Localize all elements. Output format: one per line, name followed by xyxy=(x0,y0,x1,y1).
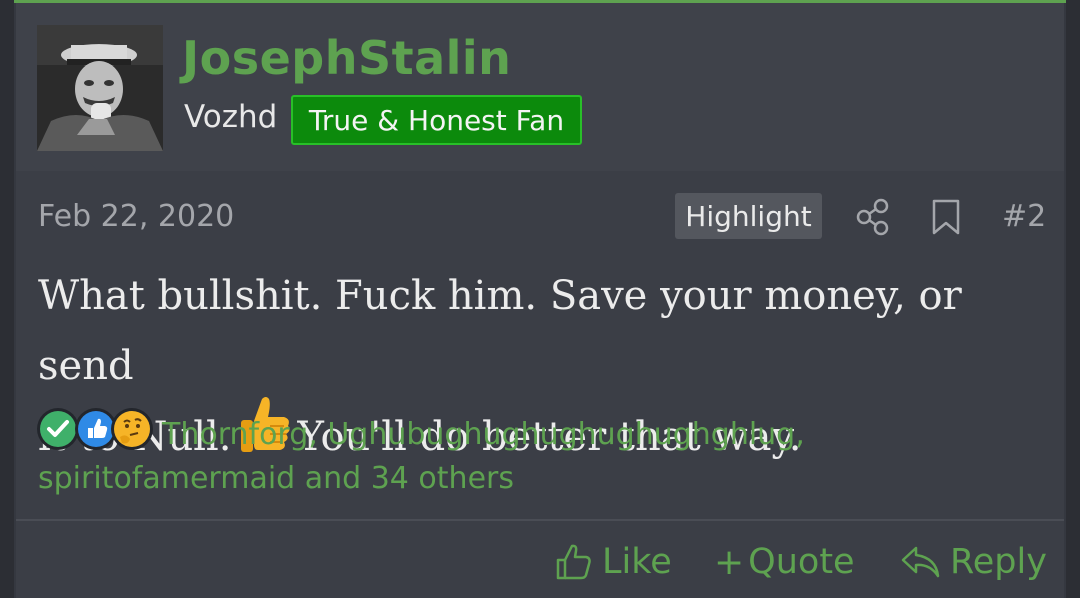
thumbs-up-outline-icon xyxy=(556,544,591,580)
user-title: Vozhd xyxy=(184,99,278,135)
avatar[interactable] xyxy=(37,25,163,151)
forum-post: JosephStalin Vozhd True & Honest Fan Feb… xyxy=(16,3,1064,598)
share-icon[interactable] xyxy=(854,197,892,237)
user-header: JosephStalin Vozhd True & Honest Fan xyxy=(16,3,1064,171)
user-banner: True & Honest Fan xyxy=(291,95,582,145)
like-label: Like xyxy=(602,542,672,582)
plus-icon: + xyxy=(714,541,745,583)
footer-divider xyxy=(16,519,1064,521)
message-line-1: What bullshit. Fuck him. Save your money… xyxy=(38,273,962,389)
username[interactable]: JosephStalin xyxy=(182,31,511,85)
quote-label: Quote xyxy=(748,542,855,582)
like-button[interactable]: Like xyxy=(554,537,672,587)
bookmark-icon[interactable] xyxy=(930,197,962,237)
reply-label: Reply xyxy=(950,542,1047,582)
highlight-button[interactable]: Highlight xyxy=(675,193,822,239)
frame-right xyxy=(1066,0,1080,598)
frame-left xyxy=(0,0,14,598)
reply-button[interactable]: Reply xyxy=(900,537,1047,587)
post-number[interactable]: #2 xyxy=(1002,199,1046,234)
reply-icon xyxy=(901,546,940,578)
thinking-reaction-icon[interactable] xyxy=(110,407,154,451)
header-pointer xyxy=(88,161,108,171)
quote-button[interactable]: + Quote xyxy=(714,537,855,587)
post-date[interactable]: Feb 22, 2020 xyxy=(38,199,234,234)
reaction-users-line-2[interactable]: spiritofamermaid and 34 others xyxy=(38,457,898,501)
reaction-users-line-1[interactable]: Thornforg, Ughubughughughughughghlug, xyxy=(162,413,1022,457)
